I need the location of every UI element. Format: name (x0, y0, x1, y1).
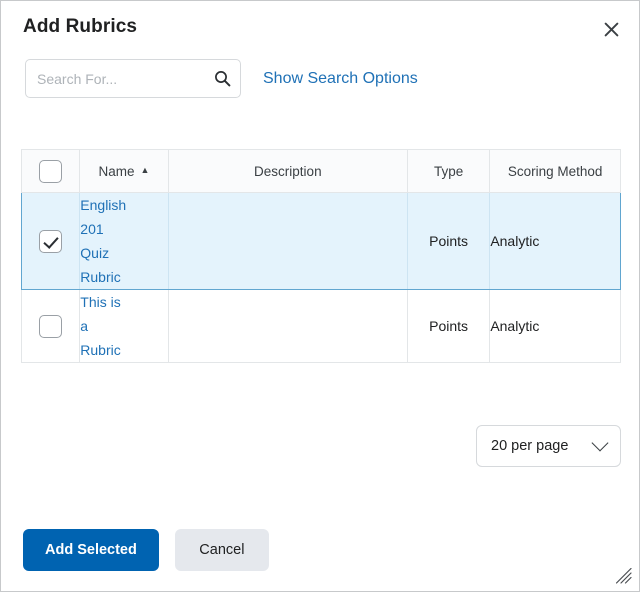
column-header-type[interactable]: Type (406, 149, 491, 193)
per-page-select[interactable]: 20 per page (476, 425, 621, 467)
rubric-name-line: This is (80, 294, 121, 310)
table-header-row: Name ▲ Description Type Scoring Method (20, 149, 621, 193)
page-title: Add Rubrics (23, 16, 138, 37)
rubric-name-line: Rubric (80, 342, 121, 358)
rubrics-table: Name ▲ Description Type Scoring Method E… (20, 149, 621, 363)
row-description-cell (167, 192, 408, 290)
row-scoring-method-cell: Analytic (489, 289, 621, 363)
select-all-header (20, 149, 81, 193)
row-name-cell: English 201 Quiz Rubric (79, 192, 169, 290)
search-input[interactable] (26, 60, 240, 97)
show-search-options-link[interactable]: Show Search Options (263, 70, 418, 88)
rubric-name-line: 201 (80, 221, 104, 237)
row-type-cell: Points (406, 289, 491, 363)
row-checkbox[interactable] (39, 229, 63, 253)
column-header-scoring-method[interactable]: Scoring Method (489, 149, 621, 193)
row-checkbox-cell (20, 289, 81, 363)
rubric-name-link[interactable]: This is a Rubric (80, 290, 167, 362)
table-header: Name ▲ Description Type Scoring Method (20, 149, 621, 193)
column-header-name-label: Name (98, 163, 135, 179)
per-page-label: 20 per page (491, 438, 569, 454)
table-body: English 201 Quiz Rubric Points Analytic (20, 192, 621, 363)
rubrics-table-container: Name ▲ Description Type Scoring Method E… (20, 149, 621, 363)
table-row[interactable]: This is a Rubric Points Analytic (20, 289, 621, 363)
add-rubrics-dialog: Add Rubrics Show Search Options (0, 0, 640, 592)
row-type-cell: Points (406, 192, 491, 290)
column-header-name[interactable]: Name ▲ (79, 149, 169, 193)
search-icon[interactable] (210, 67, 234, 91)
row-checkbox-cell (20, 192, 81, 290)
rubric-name-line: English (80, 197, 127, 213)
table-row[interactable]: English 201 Quiz Rubric Points Analytic (20, 192, 621, 290)
dialog-header: Add Rubrics (1, 1, 639, 53)
rubric-name-line: Rubric (80, 269, 121, 285)
row-checkbox[interactable] (39, 314, 63, 338)
close-icon[interactable] (599, 17, 623, 41)
search-box (25, 59, 241, 98)
rubric-name-line: Quiz (80, 245, 110, 261)
add-selected-button[interactable]: Add Selected (23, 529, 159, 571)
row-name-cell: This is a Rubric (79, 289, 169, 363)
resize-handle-icon[interactable] (616, 568, 632, 584)
rubric-name-link[interactable]: English 201 Quiz Rubric (80, 193, 167, 289)
rubric-name-line: a (80, 318, 89, 334)
chevron-down-icon (591, 434, 609, 452)
row-scoring-method-cell: Analytic (489, 192, 621, 290)
cancel-button[interactable]: Cancel (174, 529, 269, 571)
pagination-row: 20 per page (21, 425, 621, 467)
row-description-cell (167, 289, 408, 363)
dialog-footer: Add Selected Cancel (23, 529, 269, 571)
select-all-checkbox[interactable] (39, 159, 63, 183)
search-row: Show Search Options (25, 59, 418, 98)
column-header-description[interactable]: Description (167, 149, 408, 193)
sort-ascending-icon: ▲ (140, 164, 150, 175)
